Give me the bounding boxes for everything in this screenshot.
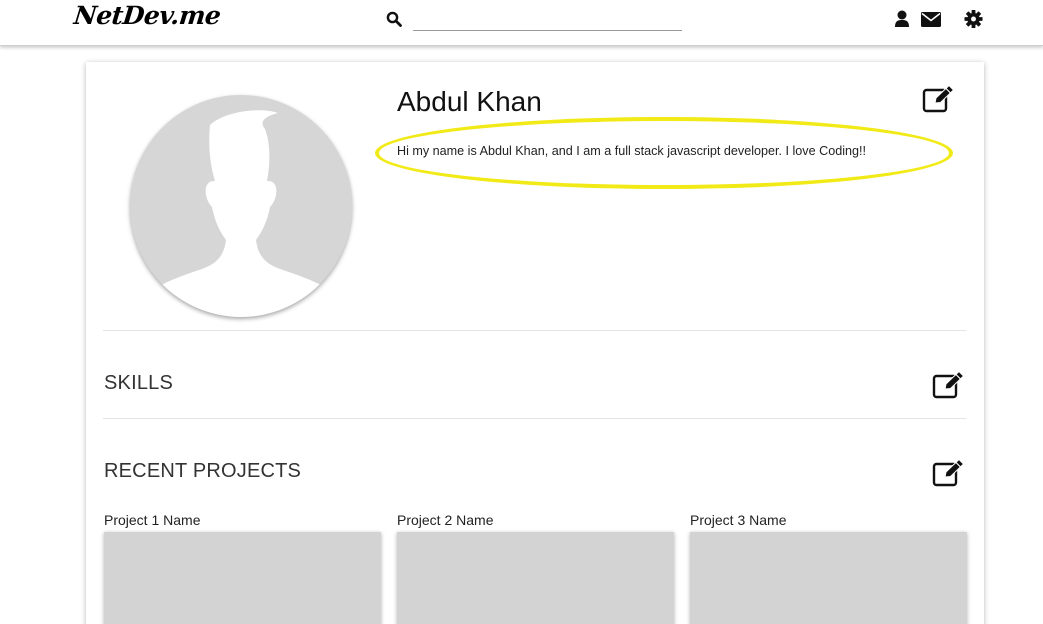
profile-name: Abdul Khan bbox=[397, 86, 542, 117]
recent-projects-heading: RECENT PROJECTS bbox=[104, 460, 302, 482]
search-input[interactable] bbox=[413, 7, 682, 31]
project-2-name: Project 2 Name bbox=[397, 512, 494, 528]
project-2-thumbnail[interactable] bbox=[397, 532, 674, 624]
divider bbox=[103, 330, 966, 331]
divider bbox=[103, 418, 966, 419]
edit-skills-icon[interactable] bbox=[932, 370, 966, 400]
project-3-thumbnail[interactable] bbox=[690, 532, 967, 624]
profile-bio: Hi my name is Abdul Khan, and I am a ful… bbox=[397, 144, 867, 158]
project-1-thumbnail[interactable] bbox=[104, 532, 381, 624]
search-icon[interactable] bbox=[386, 11, 402, 27]
project-3-name: Project 3 Name bbox=[690, 512, 787, 528]
gear-icon[interactable] bbox=[964, 9, 983, 29]
site-logo[interactable]: NetDev.me bbox=[72, 1, 222, 30]
profile-card: Abdul Khan Hi my name is Abdul Khan, and… bbox=[86, 62, 984, 624]
edit-profile-icon[interactable] bbox=[922, 84, 956, 114]
user-icon[interactable] bbox=[894, 9, 910, 29]
avatar bbox=[130, 95, 352, 317]
project-1-name: Project 1 Name bbox=[104, 512, 201, 528]
top-navbar: NetDev.me bbox=[0, 0, 1043, 46]
skills-heading: SKILLS bbox=[104, 372, 174, 394]
edit-projects-icon[interactable] bbox=[932, 458, 966, 488]
envelope-icon[interactable] bbox=[920, 9, 942, 29]
person-silhouette-icon bbox=[154, 110, 328, 317]
